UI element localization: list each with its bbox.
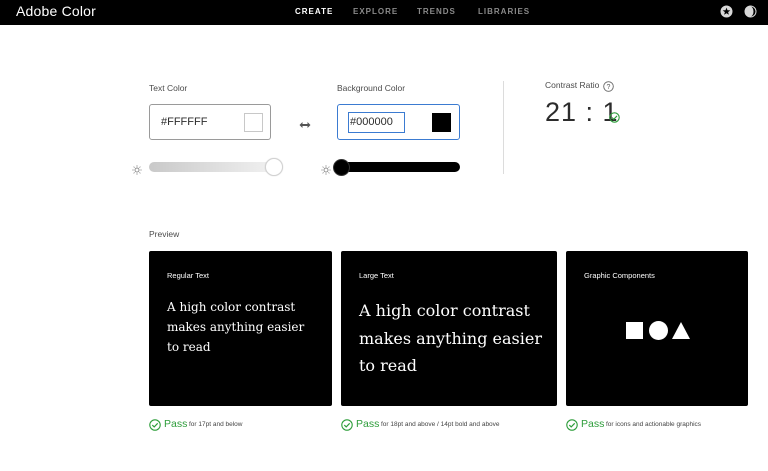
card-sample-text: A high color contrast makes anything eas… (359, 301, 542, 375)
card-title: Large Text (359, 271, 394, 280)
svg-text:?: ? (607, 84, 611, 91)
pass-status: Pass (356, 418, 380, 430)
text-color-value[interactable]: #FFFFFF (161, 116, 207, 128)
text-color-label: Text Color (149, 83, 188, 93)
background-color-input[interactable]: #000000 (348, 112, 405, 133)
star-icon[interactable] (720, 5, 733, 18)
text-color-swatch[interactable] (244, 113, 263, 132)
brightness-icon (132, 162, 142, 180)
check-circle-icon (609, 110, 620, 128)
check-circle-icon (341, 418, 353, 436)
text-brightness-slider[interactable] (149, 162, 283, 172)
regular-text-card: Regular Text A high color contrast makes… (149, 251, 332, 406)
text-color-field[interactable]: #FFFFFF (149, 104, 271, 140)
card-title: Graphic Components (584, 271, 655, 280)
nav-trends[interactable]: TRENDS (417, 7, 456, 16)
background-brightness-thumb[interactable] (333, 159, 350, 176)
nav-libraries[interactable]: LIBRARIES (478, 7, 530, 16)
square-shape (626, 322, 643, 339)
swap-arrows-icon[interactable] (299, 116, 311, 134)
preview-label: Preview (149, 229, 180, 239)
pass-status: Pass (164, 418, 188, 430)
background-color-label: Background Color (337, 83, 406, 93)
nav-explore[interactable]: EXPLORE (353, 7, 398, 16)
circle-shape (649, 321, 668, 340)
background-color-field[interactable]: #000000 (337, 104, 460, 140)
help-icon[interactable]: ? (603, 79, 614, 97)
pass-note: for 17pt and below (189, 421, 243, 428)
check-circle-icon (149, 418, 161, 436)
brightness-icon (321, 162, 331, 180)
background-color-swatch[interactable] (432, 113, 451, 132)
brand-logo[interactable]: Adobe Color (16, 3, 96, 19)
theme-icon[interactable] (744, 5, 757, 18)
nav-create[interactable]: CREATE (295, 7, 333, 16)
text-brightness-thumb[interactable] (265, 158, 283, 176)
graphic-components-card: Graphic Components (566, 251, 748, 406)
card-sample-text: A high color contrast makes anything eas… (167, 300, 305, 354)
large-text-card: Large Text A high color contrast makes a… (341, 251, 557, 406)
check-circle-icon (566, 418, 578, 436)
contrast-ratio-value: 21 : 1 (545, 97, 619, 127)
card-title: Regular Text (167, 271, 209, 280)
divider (503, 81, 504, 174)
triangle-shape (672, 322, 690, 344)
pass-note: for 18pt and above / 14pt bold and above (381, 421, 500, 428)
pass-status: Pass (581, 418, 605, 430)
contrast-ratio-label: Contrast Ratio (545, 80, 600, 90)
top-bar: Adobe Color CREATE EXPLORE TRENDS LIBRAR… (0, 0, 768, 25)
pass-note: for icons and actionable graphics (606, 421, 702, 428)
background-brightness-slider[interactable] (337, 162, 460, 172)
